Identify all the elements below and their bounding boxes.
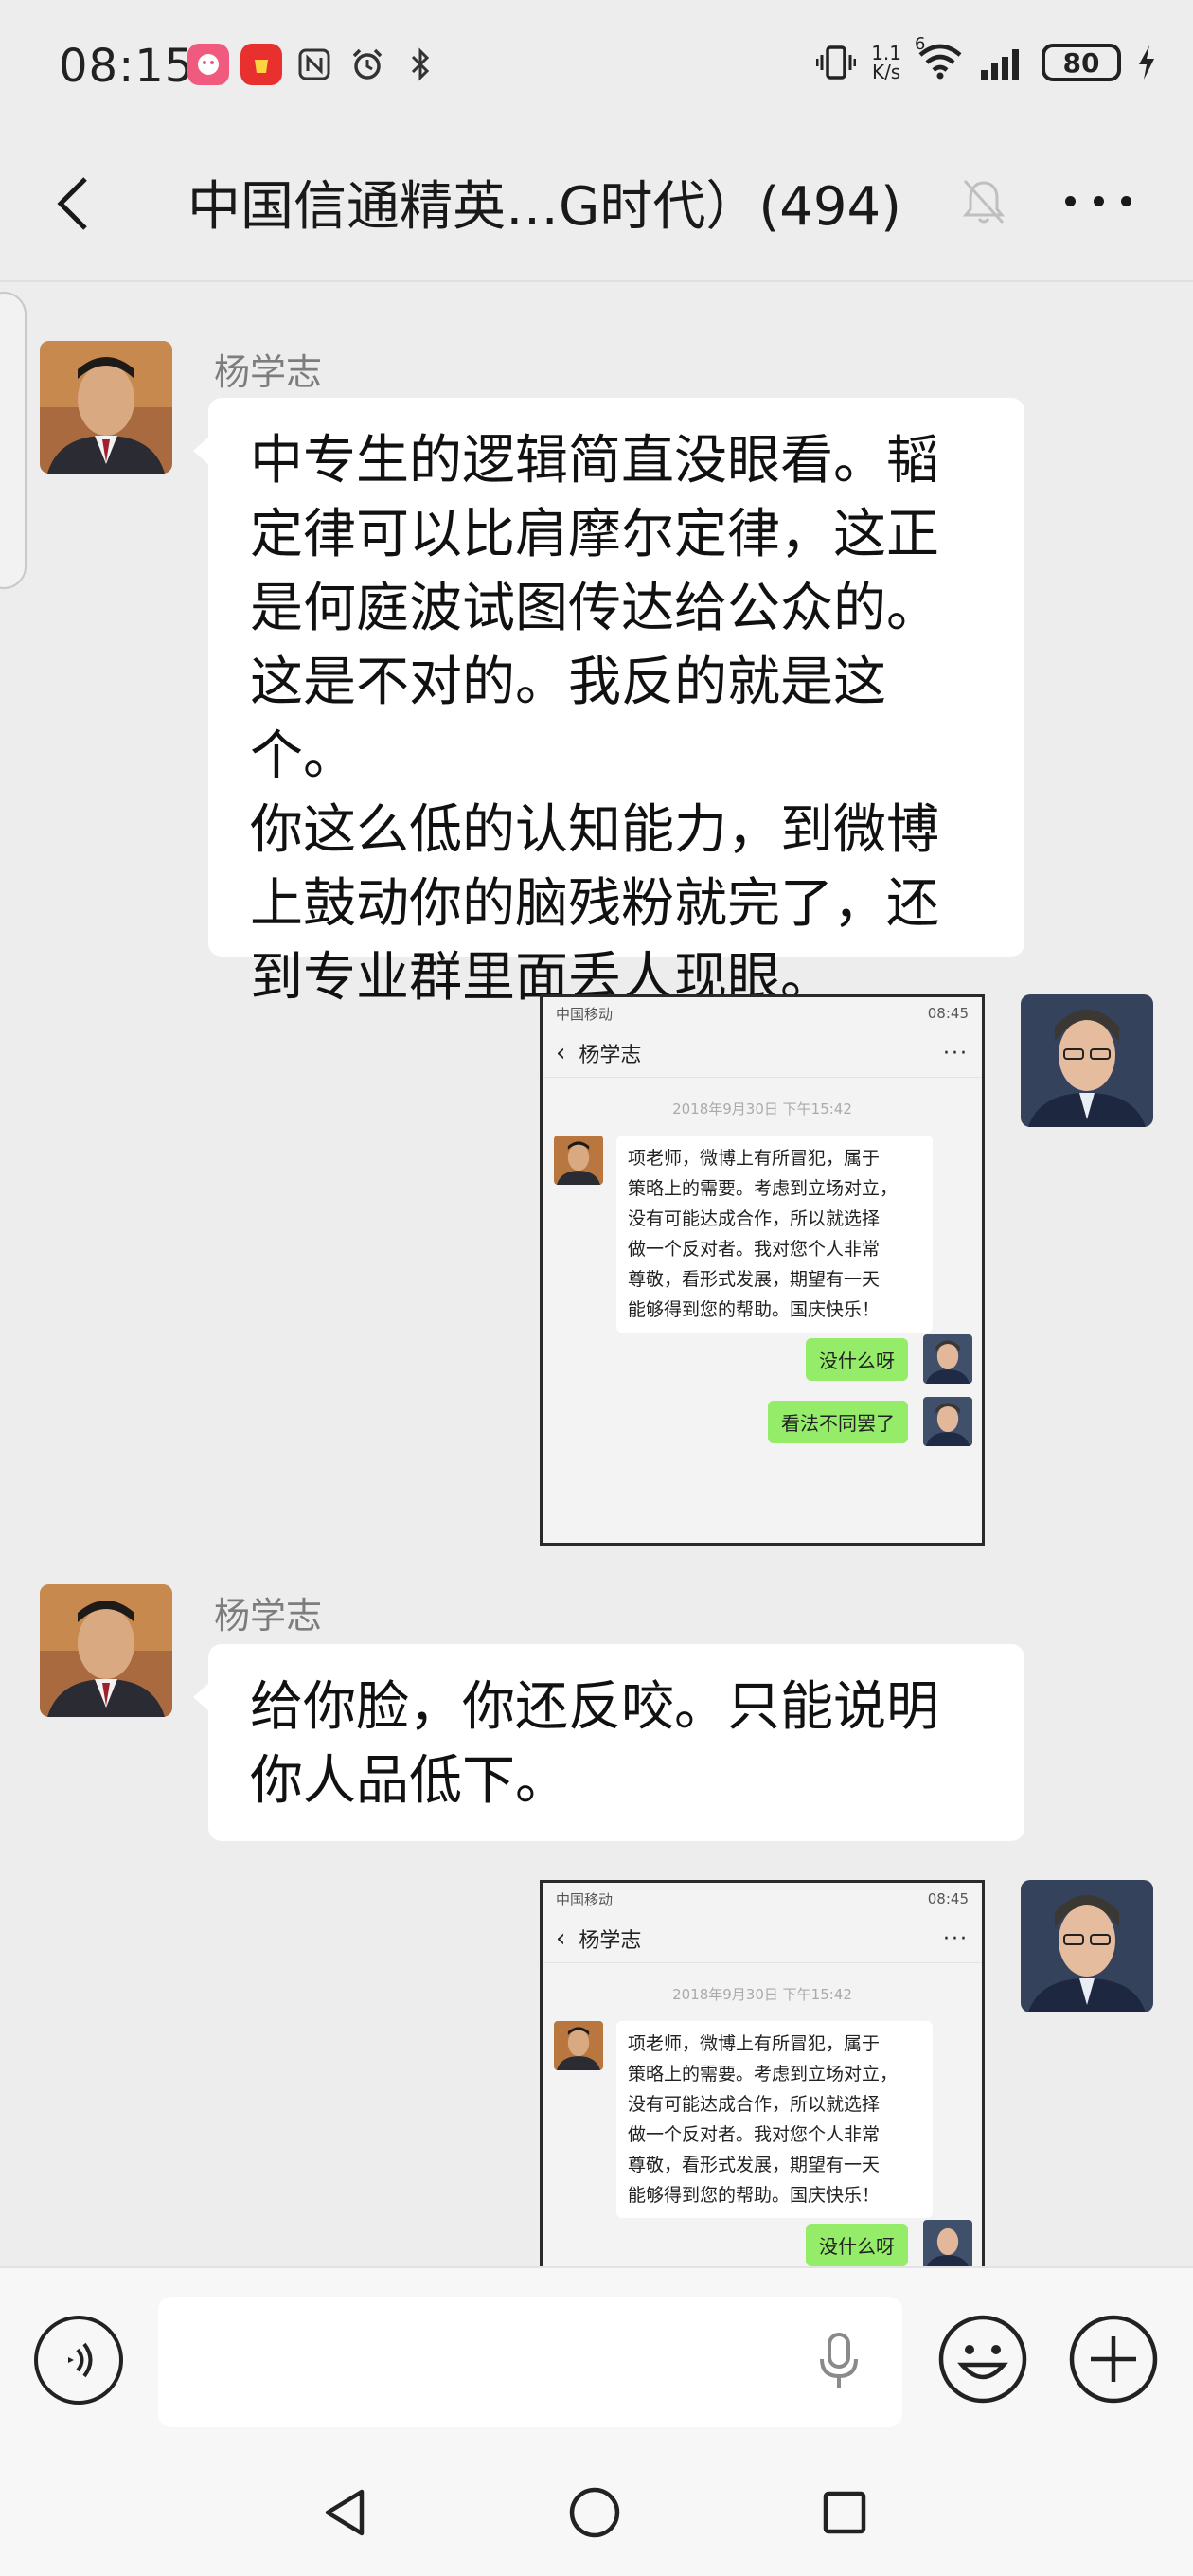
charging-icon <box>1139 45 1154 80</box>
battery-indicator: 80 <box>1042 44 1121 81</box>
image-reply: 看法不同罢了 <box>543 1395 982 1458</box>
sender-avatar[interactable] <box>40 1584 172 1717</box>
plus-icon <box>1069 2315 1158 2404</box>
image-message-text: 项老师，微博上有所冒犯，属于 策略上的需要。考虑到立场对立， 没有可能达成合作，所以… <box>616 2021 933 2218</box>
square-recents-icon <box>823 2491 866 2534</box>
status-time: 08:15 <box>59 40 195 93</box>
my-avatar[interactable] <box>1021 994 1153 1127</box>
signal-icon <box>981 49 1019 80</box>
sender-name: 杨学志 <box>214 351 323 393</box>
image-reply: 没什么呀 <box>543 1333 982 1395</box>
wifi-icon: 6 <box>915 34 964 83</box>
nav-recents-button[interactable] <box>816 2484 873 2541</box>
voice-mode-button[interactable] <box>34 2316 123 2405</box>
side-panel-handle[interactable] <box>0 292 27 589</box>
sent-image[interactable]: 中国移动 08:45 ‹ 杨学志 ··· 2018年9月30日 下午15:42 项老师… <box>540 994 985 1546</box>
triangle-back-icon <box>325 2489 365 2536</box>
image-avatar <box>554 2021 603 2070</box>
back-button[interactable] <box>47 173 104 234</box>
chat-title: 中国信通精英…G时代）(494) <box>187 176 901 238</box>
microphone-icon[interactable] <box>816 2331 862 2395</box>
smiley-icon <box>938 2315 1027 2404</box>
sent-image[interactable]: 中国移动 08:45 ‹ 杨学志 ··· 2018年9月30日 下午15:42 项老师… <box>540 1880 985 2266</box>
emoji-button[interactable] <box>937 2314 1028 2405</box>
alarm-icon <box>347 44 388 85</box>
my-avatar[interactable] <box>1021 1880 1153 2012</box>
more-options-button[interactable] <box>1065 187 1131 215</box>
bluetooth-icon <box>400 44 441 85</box>
image-chat-header: ‹ 杨学志 ··· <box>543 1915 982 1963</box>
image-chat-header: ‹ 杨学志 ··· <box>543 1029 982 1078</box>
vibrate-icon <box>816 45 857 80</box>
mute-notifications-icon <box>961 177 1006 230</box>
message-input[interactable] <box>158 2297 902 2427</box>
message-bubble[interactable]: 给你脸，你还反咬。只能说明 你人品低下。 <box>193 1644 1024 1841</box>
image-message: 项老师，微博上有所冒犯，属于 策略上的需要。考虑到立场对立， 没有可能达成合作，所以… <box>543 1134 982 1333</box>
shopping-app-icon <box>240 44 282 85</box>
nav-home-button[interactable] <box>566 2484 623 2541</box>
image-status-bar: 中国移动 08:45 <box>556 1890 969 1908</box>
sender-avatar[interactable] <box>40 341 172 474</box>
system-navigation-bar <box>0 2446 1193 2576</box>
network-speed: 1.1 K/s <box>871 42 901 83</box>
image-reply: 没什么呀 <box>543 2218 982 2266</box>
image-message: 项老师，微博上有所冒犯，属于 策略上的需要。考虑到立场对立， 没有可能达成合作，所以… <box>543 2019 982 2218</box>
message-input-bar <box>0 2266 1193 2446</box>
image-timestamp: 2018年9月30日 下午15:42 <box>672 1100 852 1118</box>
status-bar: 08:15 1.1 K/s 6 80 <box>0 0 1193 137</box>
nfc-icon <box>294 44 335 85</box>
status-indicators: 1.1 K/s 6 80 <box>816 34 1157 83</box>
chevron-left-icon <box>57 177 87 230</box>
image-status-bar: 中国移动 08:45 <box>556 1005 969 1023</box>
sender-name: 杨学志 <box>214 1595 323 1637</box>
header-divider <box>0 280 1193 282</box>
image-message-text: 项老师，微博上有所冒犯，属于 策略上的需要。考虑到立场对立， 没有可能达成合作，所以… <box>616 1136 933 1333</box>
image-timestamp: 2018年9月30日 下午15:42 <box>672 1986 852 2003</box>
chat-header: 中国信通精英…G时代）(494) <box>0 137 1193 270</box>
image-avatar <box>554 1136 603 1185</box>
more-functions-button[interactable] <box>1068 2314 1159 2405</box>
app-notification-icon <box>187 44 229 85</box>
message-bubble[interactable]: 中专生的逻辑简直没眼看。韬 定律可以比肩摩尔定律，这正 是何庭波试图传达给公众的… <box>193 398 1024 1009</box>
voice-icon <box>68 2342 93 2378</box>
notification-icons <box>187 44 441 85</box>
nav-back-button[interactable] <box>318 2484 375 2541</box>
circle-home-icon <box>569 2487 620 2538</box>
